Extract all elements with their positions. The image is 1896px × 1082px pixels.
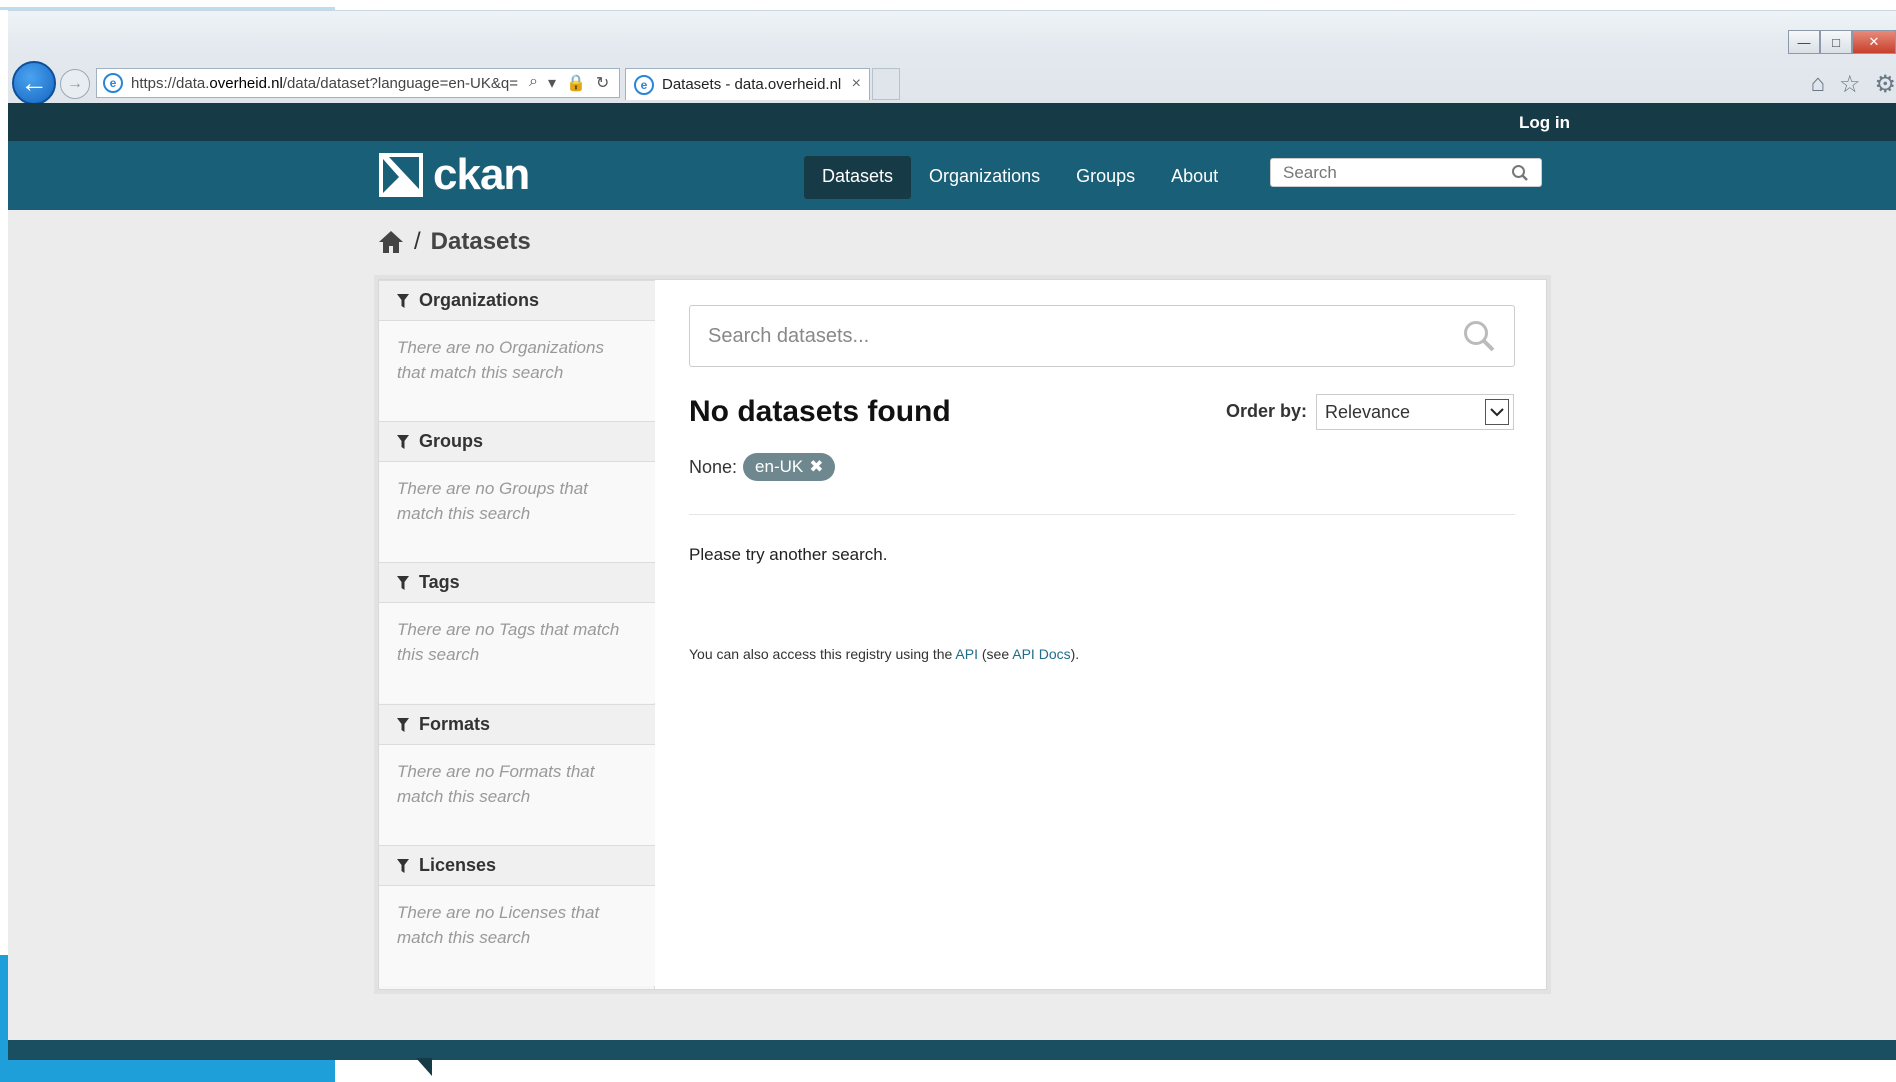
api-access-message: You can also access this registry using …	[689, 646, 1080, 662]
url-text[interactable]: https://data.overheid.nl/data/dataset?la…	[131, 75, 521, 92]
order-by-label: Order by:	[1226, 401, 1308, 421]
facet-empty-message: There are no Formats that match this sea…	[379, 745, 655, 845]
masthead: ckan Datasets Organizations Groups About…	[8, 141, 1896, 210]
site-search-input[interactable]: Search	[1270, 158, 1542, 187]
divider	[689, 514, 1515, 515]
facet-heading: Organizations	[379, 280, 655, 321]
address-bar[interactable]: e https://data.overheid.nl/data/dataset?…	[96, 68, 620, 98]
nav-groups[interactable]: Groups	[1058, 156, 1153, 199]
filter-icon	[397, 434, 409, 449]
back-arrow-icon: ←	[20, 67, 48, 98]
forward-button[interactable]: →	[60, 69, 90, 99]
browser-right-icons: ⌂ ☆ ⚙	[1810, 70, 1896, 99]
try-another-search-message: Please try another search.	[689, 545, 888, 564]
remove-filter-icon[interactable]: ✖	[809, 457, 823, 477]
ckan-logo[interactable]: ckan	[379, 150, 530, 199]
results-title: No datasets found	[689, 395, 951, 428]
facet-empty-message: There are no Groups that match this sear…	[379, 462, 655, 562]
facet-licenses: Licenses There are no Licenses that matc…	[379, 845, 655, 987]
bottom-strip	[0, 1060, 1896, 1082]
new-tab-button[interactable]	[872, 68, 900, 100]
filter-icon	[397, 717, 409, 732]
ie-page-icon: e	[103, 73, 123, 93]
breadcrumb-separator: /	[414, 228, 421, 255]
facet-groups: Groups There are no Groups that match th…	[379, 421, 655, 563]
close-window-button[interactable]: ✕	[1852, 30, 1896, 54]
home-icon[interactable]	[378, 230, 404, 254]
active-filters: None: en-UK ✖	[689, 453, 836, 481]
nav-datasets[interactable]: Datasets	[804, 156, 912, 199]
ie-tab-icon: e	[634, 74, 654, 95]
dataset-search-input[interactable]: Search datasets...	[689, 305, 1515, 367]
login-link[interactable]: Log in	[1519, 113, 1570, 133]
main-nav: Datasets Organizations Groups About	[804, 156, 1236, 199]
facet-tags: Tags There are no Tags that match this s…	[379, 562, 655, 704]
dropdown-icon[interactable]: ▾	[548, 73, 556, 93]
footer-pointer	[416, 1058, 432, 1076]
window-top-strip	[0, 0, 1896, 10]
facet-empty-message: There are no Licenses that match this se…	[379, 886, 655, 986]
address-tools: ⌕ ▾ 🔒 ↻	[529, 73, 609, 93]
facet-heading: Formats	[379, 704, 655, 745]
facet-sidebar: Organizations There are no Organizations…	[379, 280, 655, 989]
nav-about[interactable]: About	[1153, 156, 1236, 199]
filter-icon	[397, 293, 409, 308]
breadcrumb-current[interactable]: Datasets	[431, 228, 531, 256]
lock-icon[interactable]: 🔒	[566, 73, 586, 93]
logo-text: ckan	[433, 150, 530, 199]
order-by-select[interactable]: Relevance	[1316, 394, 1514, 430]
refresh-icon[interactable]: ↻	[596, 73, 609, 93]
content-wrapper: Organizations There are no Organizations…	[378, 279, 1547, 990]
footer-bar	[8, 1040, 1896, 1060]
search-icon[interactable]	[1462, 319, 1496, 353]
home-icon[interactable]: ⌂	[1810, 70, 1825, 99]
facet-empty-message: There are no Tags that match this search	[379, 603, 655, 703]
account-bar: Log in	[8, 103, 1896, 141]
window-left-edge	[0, 10, 8, 1082]
ckan-logo-icon	[379, 153, 423, 197]
breadcrumb: / Datasets	[378, 228, 531, 256]
filter-pill[interactable]: en-UK ✖	[743, 453, 836, 481]
tab-close-icon[interactable]: ×	[852, 75, 861, 93]
filter-icon	[397, 575, 409, 590]
facet-empty-message: There are no Organizations that match th…	[379, 321, 655, 421]
favorites-icon[interactable]: ☆	[1839, 70, 1861, 99]
maximize-button[interactable]: □	[1820, 30, 1852, 54]
facet-heading: Groups	[379, 421, 655, 462]
back-button[interactable]: ←	[12, 61, 56, 105]
search-icon[interactable]	[1511, 164, 1529, 182]
api-link[interactable]: API	[955, 646, 978, 662]
facet-heading: Tags	[379, 562, 655, 603]
browser-tab[interactable]: e Datasets - data.overheid.nl ×	[625, 68, 870, 100]
dataset-search-placeholder: Search datasets...	[708, 324, 870, 347]
nav-organizations[interactable]: Organizations	[911, 156, 1058, 199]
facet-formats: Formats There are no Formats that match …	[379, 704, 655, 846]
forward-arrow-icon: →	[67, 75, 83, 92]
site-search-placeholder: Search	[1283, 162, 1337, 182]
chevron-down-icon[interactable]	[1485, 399, 1509, 425]
gear-icon[interactable]: ⚙	[1874, 70, 1896, 99]
tab-title: Datasets - data.overheid.nl	[662, 76, 842, 93]
window-controls: — □ ✕	[1788, 30, 1896, 56]
order-by-value: Relevance	[1325, 401, 1411, 422]
facet-heading: Licenses	[379, 845, 655, 886]
minimize-button[interactable]: —	[1788, 30, 1820, 54]
api-docs-link[interactable]: API Docs	[1012, 646, 1070, 662]
filter-label: None:	[689, 456, 738, 477]
taskbar-strip	[0, 1060, 335, 1082]
primary-content: Search datasets... No datasets found Ord…	[689, 305, 1515, 662]
filter-icon	[397, 858, 409, 873]
search-icon[interactable]: ⌕	[529, 73, 538, 93]
facet-organizations: Organizations There are no Organizations…	[379, 280, 655, 422]
